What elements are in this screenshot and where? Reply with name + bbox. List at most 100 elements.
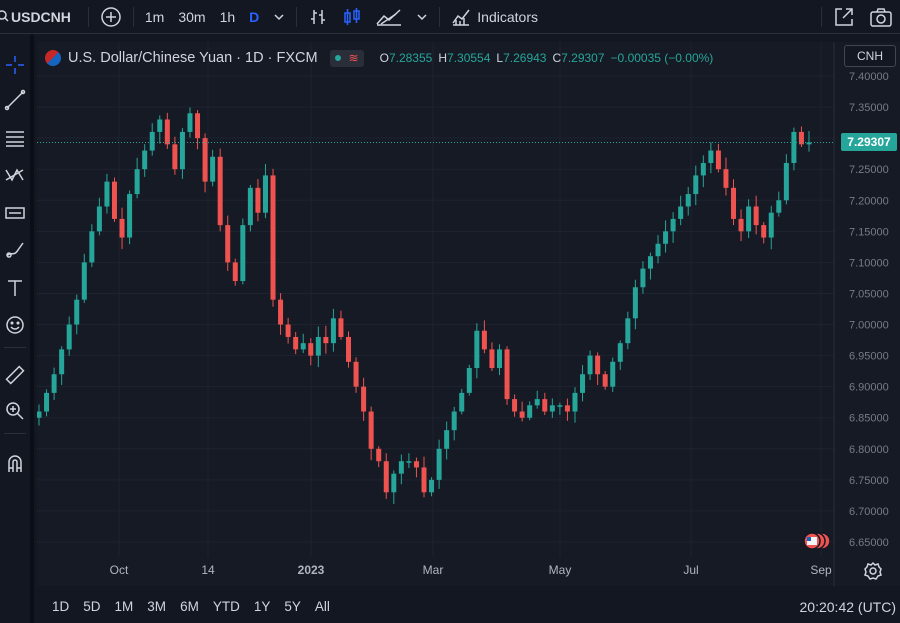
candle-body xyxy=(323,336,329,344)
time-readout[interactable]: 20:20:42 (UTC) xyxy=(800,599,900,615)
brush-icon xyxy=(6,242,24,258)
toolbar-divider xyxy=(296,6,298,27)
candle-body xyxy=(715,150,721,170)
candle-body xyxy=(723,169,729,188)
candle-body xyxy=(459,392,465,412)
candle-body xyxy=(142,150,148,170)
candle-body xyxy=(195,113,201,139)
top-toolbar: USDCNH 1m 30m 1h D Indicators xyxy=(0,0,900,34)
forecast-icon xyxy=(5,207,25,219)
status-wave-icon: ≋ xyxy=(348,51,359,65)
candle-body xyxy=(489,349,495,369)
gear-icon[interactable] xyxy=(863,561,883,581)
fib-tool[interactable] xyxy=(0,123,30,153)
candle-body xyxy=(391,473,397,493)
trend-line-tool[interactable] xyxy=(0,85,30,115)
drawing-toolbar xyxy=(0,35,34,623)
candle-body xyxy=(685,194,691,207)
currency-selector[interactable]: CNH xyxy=(844,45,896,67)
candle-body xyxy=(127,194,133,238)
candle-body xyxy=(549,405,555,412)
candle-body xyxy=(564,405,570,412)
market-status[interactable]: ≋ xyxy=(329,49,364,67)
interval-1h[interactable]: 1h xyxy=(213,0,243,34)
range-1y[interactable]: 1Y xyxy=(247,599,278,614)
y-tick-label: 6.65000 xyxy=(849,537,889,549)
range-5y[interactable]: 5Y xyxy=(277,599,308,614)
brush-tool[interactable] xyxy=(0,235,30,265)
candle-body xyxy=(444,430,450,449)
candle-body xyxy=(104,181,110,207)
range-ytd[interactable]: YTD xyxy=(206,599,247,614)
candle-body xyxy=(44,392,50,412)
pattern-tool[interactable] xyxy=(0,160,30,190)
y-tick-label: 6.70000 xyxy=(849,506,889,518)
range-all[interactable]: All xyxy=(308,599,337,614)
indicators-button[interactable]: Indicators xyxy=(444,0,545,34)
candle-body xyxy=(149,131,155,151)
add-compare-icon xyxy=(101,6,121,27)
search-icon xyxy=(0,9,9,22)
y-tick-label: 6.95000 xyxy=(849,351,889,363)
chevron-down-icon xyxy=(417,13,427,20)
candle-body xyxy=(164,119,170,145)
crosshair-tool[interactable] xyxy=(0,50,30,80)
forecast-tool[interactable] xyxy=(0,198,30,228)
toolbar-divider xyxy=(821,6,822,27)
emoji-tool[interactable] xyxy=(0,310,30,340)
candle-body xyxy=(187,113,193,132)
range-6m[interactable]: 6M xyxy=(173,599,206,614)
candle-body xyxy=(738,218,744,232)
candle-body xyxy=(315,336,321,356)
indicators-label: Indicators xyxy=(477,8,538,25)
candle-body xyxy=(655,243,661,257)
crosshair-icon xyxy=(6,56,24,74)
chart-pane[interactable]: 7.400007.350007.300007.250007.200007.150… xyxy=(37,42,900,586)
range-5d[interactable]: 5D xyxy=(76,599,107,614)
event-flags[interactable] xyxy=(801,531,833,551)
bar-chart-button[interactable] xyxy=(301,0,335,34)
x-tick-label: Jul xyxy=(683,563,698,577)
candle-body xyxy=(451,411,457,431)
candle-body xyxy=(247,187,253,226)
zoom-tool[interactable] xyxy=(0,396,30,426)
candle-chart-button[interactable] xyxy=(335,0,369,34)
candle-body xyxy=(179,131,185,170)
fullscreen-button[interactable] xyxy=(826,0,862,34)
symbol-search[interactable]: USDCNH xyxy=(0,0,78,34)
snapshot-button[interactable] xyxy=(862,0,900,34)
candle-body xyxy=(776,200,782,213)
interval-label: 1m xyxy=(144,8,165,25)
x-tick-label: 14 xyxy=(201,563,215,577)
tool-divider xyxy=(4,347,26,348)
y-tick-label: 7.00000 xyxy=(849,320,889,332)
candle-body xyxy=(51,374,57,393)
chart-type-dropdown[interactable] xyxy=(409,0,435,34)
compare-button[interactable] xyxy=(93,0,129,34)
interval-d[interactable]: D xyxy=(242,0,266,34)
interval-1m[interactable]: 1m xyxy=(138,0,171,34)
range-3m[interactable]: 3M xyxy=(140,599,173,614)
area-chart-button[interactable] xyxy=(369,0,409,34)
ruler-icon xyxy=(5,365,25,385)
x-tick-label: Mar xyxy=(423,563,444,577)
range-1d[interactable]: 1D xyxy=(45,599,76,614)
candle-body xyxy=(466,368,472,393)
measure-tool[interactable] xyxy=(0,360,30,390)
candle-body xyxy=(595,355,601,375)
interval-30m[interactable]: 30m xyxy=(171,0,212,34)
status-dot xyxy=(334,55,341,61)
text-tool[interactable] xyxy=(0,273,30,303)
range-1m[interactable]: 1M xyxy=(108,599,141,614)
pattern-icon xyxy=(5,168,24,182)
candle-body xyxy=(610,361,616,387)
interval-dropdown[interactable] xyxy=(266,0,292,34)
magnet-tool[interactable] xyxy=(0,449,30,479)
y-tick-label: 7.35000 xyxy=(849,102,889,114)
candle-body xyxy=(625,318,631,344)
candle-body xyxy=(134,169,140,195)
price-chart[interactable]: 7.400007.350007.300007.250007.200007.150… xyxy=(37,42,900,586)
flag-icon xyxy=(45,50,61,66)
open-value: 7.28355 xyxy=(388,51,433,65)
candle-body xyxy=(346,336,352,362)
